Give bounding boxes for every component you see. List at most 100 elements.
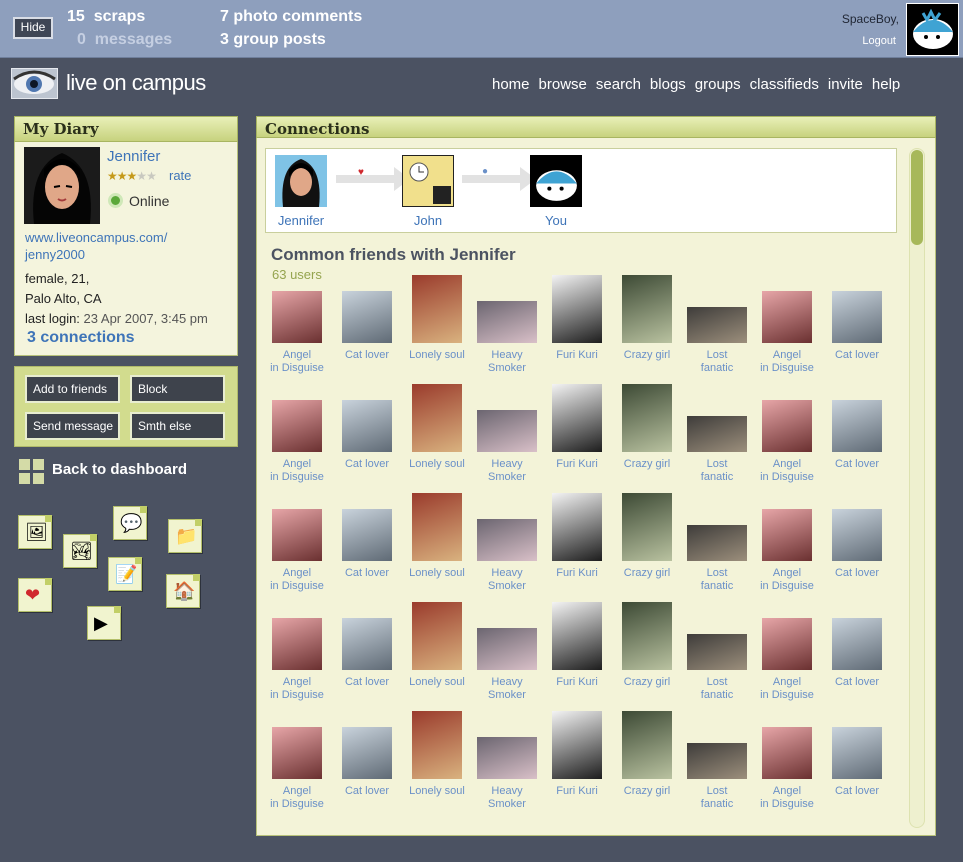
friend-name-link[interactable]: Lonely soul [402, 676, 472, 689]
friend-name-link[interactable]: Cat lover [332, 458, 402, 471]
friend-photo[interactable] [552, 711, 602, 779]
chat-icon[interactable]: 💬 [113, 506, 147, 540]
friend-name-link[interactable]: Lonely soul [402, 458, 472, 471]
scraps-stat[interactable]: 15 scraps [67, 8, 145, 26]
friend-name-link[interactable]: Angel in Disguise [262, 676, 332, 702]
friend-name-link[interactable]: Angel in Disguise [752, 785, 822, 811]
friend-photo[interactable] [552, 275, 602, 343]
friend-name-link[interactable]: Cat lover [822, 458, 892, 471]
friend-name-link[interactable]: Lost fanatic [682, 567, 752, 593]
hide-button[interactable]: Hide [13, 17, 53, 39]
friend-photo[interactable] [412, 384, 462, 452]
friend-name-link[interactable]: Angel in Disguise [752, 349, 822, 375]
friend-photo[interactable] [832, 400, 882, 452]
friend-name-link[interactable]: Heavy Smoker [472, 458, 542, 484]
star-icon[interactable]: ★ [146, 169, 157, 183]
friend-photo[interactable] [832, 509, 882, 561]
friend-photo[interactable] [832, 291, 882, 343]
connections-link[interactable]: 3 connections [27, 329, 135, 347]
friend-photo[interactable] [272, 291, 322, 343]
friend-name-link[interactable]: Cat lover [332, 785, 402, 798]
friend-name-link[interactable]: Heavy Smoker [472, 785, 542, 811]
friend-photo[interactable] [477, 410, 537, 452]
friend-photo[interactable] [622, 275, 672, 343]
friend-photo[interactable] [272, 400, 322, 452]
nav-browse[interactable]: browse [539, 76, 587, 93]
video-icon[interactable]: ▶ [87, 606, 121, 640]
friend-photo[interactable] [552, 493, 602, 561]
path-label-john[interactable]: John [388, 213, 468, 228]
scrollbar[interactable] [909, 148, 925, 828]
friend-photo[interactable] [477, 737, 537, 779]
friend-name-link[interactable]: Angel in Disguise [262, 458, 332, 484]
friend-name-link[interactable]: Cat lover [332, 349, 402, 362]
notepad-icon[interactable]: 📝 [108, 557, 142, 591]
friend-photo[interactable] [412, 275, 462, 343]
friend-name-link[interactable]: Angel in Disguise [262, 785, 332, 811]
scroll-thumb[interactable] [911, 150, 923, 245]
nav-classifieds[interactable]: classifieds [750, 76, 819, 93]
block-button[interactable]: Block [130, 375, 225, 403]
friend-photo[interactable] [477, 628, 537, 670]
friend-photo[interactable] [342, 291, 392, 343]
smth-else-button[interactable]: Smth else [130, 412, 225, 440]
friend-name-link[interactable]: Crazy girl [612, 349, 682, 362]
friend-photo[interactable] [342, 400, 392, 452]
friend-photo[interactable] [622, 602, 672, 670]
friend-name-link[interactable]: Heavy Smoker [472, 567, 542, 593]
friend-photo[interactable] [552, 384, 602, 452]
friend-name-link[interactable]: Crazy girl [612, 676, 682, 689]
profile-photo[interactable] [24, 147, 100, 224]
star-icon[interactable]: ★ [127, 169, 138, 183]
path-label-jennifer[interactable]: Jennifer [261, 213, 341, 228]
friend-photo[interactable] [832, 618, 882, 670]
star-icon[interactable]: ★ [107, 169, 118, 183]
nav-groups[interactable]: groups [695, 76, 741, 93]
friend-name-link[interactable]: Angel in Disguise [752, 458, 822, 484]
friend-name-link[interactable]: Angel in Disguise [752, 567, 822, 593]
friend-photo[interactable] [762, 727, 812, 779]
nav-help[interactable]: help [872, 76, 900, 93]
photo-icon[interactable]: 🖼 [18, 515, 52, 549]
nav-home[interactable]: home [492, 76, 530, 93]
send-message-button[interactable]: Send message [25, 412, 120, 440]
user-avatar[interactable] [906, 3, 959, 56]
friend-name-link[interactable]: Furi Kuri [542, 785, 612, 798]
friend-name-link[interactable]: Angel in Disguise [262, 349, 332, 375]
logout-link[interactable]: Logout [862, 35, 896, 47]
friend-photo[interactable] [622, 384, 672, 452]
friend-name-link[interactable]: Cat lover [822, 676, 892, 689]
friend-name-link[interactable]: Lonely soul [402, 567, 472, 580]
friend-photo[interactable] [342, 618, 392, 670]
friend-name-link[interactable]: Lost fanatic [682, 785, 752, 811]
friend-name-link[interactable]: Lonely soul [402, 349, 472, 362]
friend-name-link[interactable]: Cat lover [822, 349, 892, 362]
star-icon[interactable]: ★ [117, 169, 128, 183]
friend-name-link[interactable]: Cat lover [822, 785, 892, 798]
profile-url-link[interactable]: www.liveoncampus.com/ jenny2000 [25, 229, 225, 263]
friend-photo[interactable] [272, 509, 322, 561]
friend-photo[interactable] [342, 509, 392, 561]
path-label-you[interactable]: You [516, 213, 596, 228]
profile-name-link[interactable]: Jennifer [107, 148, 160, 165]
friend-photo[interactable] [622, 493, 672, 561]
photo-comments-stat[interactable]: 7 photo comments [220, 8, 362, 26]
friend-name-link[interactable]: Heavy Smoker [472, 676, 542, 702]
friend-photo[interactable] [832, 727, 882, 779]
friend-photo[interactable] [477, 519, 537, 561]
nav-search[interactable]: search [596, 76, 641, 93]
common-friends-count[interactable]: 63 users [272, 267, 322, 282]
heart-icon[interactable]: ❤ [18, 578, 52, 612]
friend-photo[interactable] [687, 743, 747, 779]
friend-photo[interactable] [272, 727, 322, 779]
messages-stat[interactable]: 0 messages [77, 31, 172, 49]
friend-photo[interactable] [412, 493, 462, 561]
star-icon[interactable]: ★ [136, 169, 147, 183]
friend-name-link[interactable]: Cat lover [822, 567, 892, 580]
friend-name-link[interactable]: Cat lover [332, 676, 402, 689]
add-to-friends-button[interactable]: Add to friends [25, 375, 120, 403]
friend-name-link[interactable]: Lost fanatic [682, 458, 752, 484]
rate-link[interactable]: rate [169, 168, 191, 183]
friend-photo[interactable] [762, 618, 812, 670]
friend-name-link[interactable]: Furi Kuri [542, 349, 612, 362]
